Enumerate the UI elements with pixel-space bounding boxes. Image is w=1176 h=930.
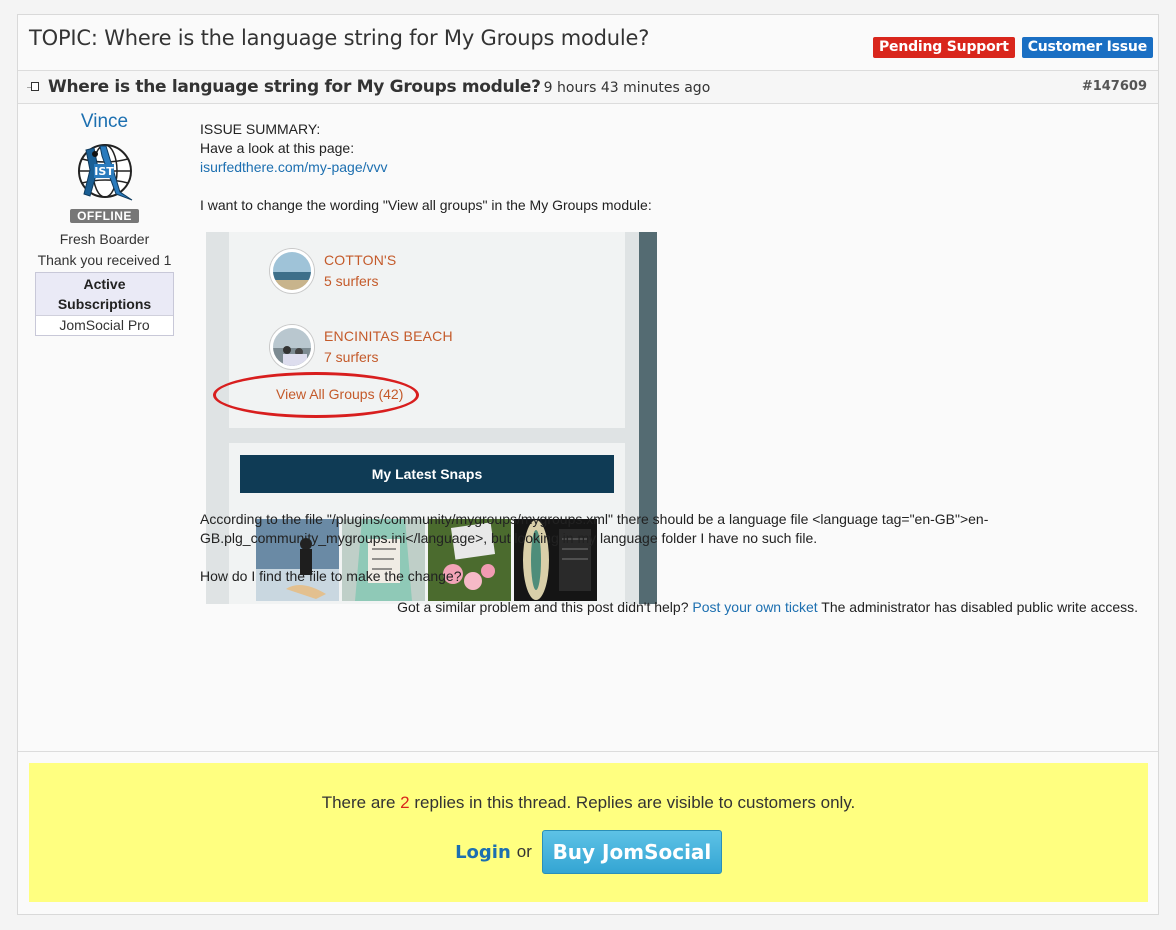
replies-cta-box: There are 2 replies in this thread. Repl… bbox=[29, 763, 1148, 902]
latest-snaps-header: My Latest Snaps bbox=[240, 455, 614, 493]
group-name: ENCINITAS BEACH bbox=[324, 328, 453, 344]
post-own-ticket-link[interactable]: Post your own ticket bbox=[692, 599, 817, 615]
replies-notice: There are 2 replies in this thread. Repl… bbox=[29, 793, 1148, 813]
pending-support-badge: Pending Support bbox=[872, 37, 1015, 58]
author-thanks: Thank you received 1 bbox=[37, 252, 172, 268]
topic-header: TOPIC: Where is the language string for … bbox=[18, 15, 1158, 71]
highlight-circle bbox=[213, 372, 419, 418]
post-time: 9 hours 43 minutes ago bbox=[543, 80, 711, 96]
subscription-item: JomSocial Pro bbox=[36, 315, 173, 335]
login-link[interactable]: Login bbox=[455, 842, 511, 863]
page-link[interactable]: isurfedthere.com/my-page/vvv bbox=[200, 159, 388, 175]
post-header: → Where is the language string for My Gr… bbox=[18, 71, 1158, 104]
subscriptions-header: Active Subscriptions bbox=[36, 273, 173, 315]
similar-prefix: Got a similar problem and this post didn… bbox=[397, 599, 689, 615]
group-count: 7 surfers bbox=[324, 349, 379, 365]
cta-actions: Login or Buy JomSocial bbox=[29, 830, 1148, 874]
post-content-lower: According to the file "/plugins/communit… bbox=[200, 510, 1140, 586]
post-title-text: Where is the language string for My Grou… bbox=[48, 77, 541, 97]
offline-status-badge: OFFLINE bbox=[70, 209, 139, 223]
replies-text-before: There are bbox=[321, 793, 396, 812]
active-subscriptions: Active Subscriptions JomSocial Pro bbox=[35, 272, 174, 336]
avatar[interactable]: IST bbox=[72, 138, 138, 204]
similar-suffix: The administrator has disabled public wr… bbox=[821, 599, 1138, 615]
post-id[interactable]: #147609 bbox=[1082, 79, 1147, 94]
replies-text-after: replies in this thread. Replies are visi… bbox=[414, 793, 856, 812]
similar-problem-note: Got a similar problem and this post didn… bbox=[397, 599, 1138, 615]
group-thumbnail bbox=[270, 249, 314, 293]
post-content: ISSUE SUMMARY: Have a look at this page:… bbox=[200, 120, 1140, 215]
buy-jomsocial-button[interactable]: Buy JomSocial bbox=[541, 830, 722, 874]
post-body: Vince IST OFFLINE Fresh Boarder Thank yo… bbox=[18, 104, 1158, 752]
issue-summary-label: ISSUE SUMMARY: bbox=[200, 121, 321, 137]
post-line-2: I want to change the wording "View all g… bbox=[200, 197, 652, 213]
customer-issue-badge: Customer Issue bbox=[1021, 37, 1153, 58]
post-paragraph-2: How do I find the file to make the chang… bbox=[200, 568, 462, 584]
topic-badges: Pending Support Customer Issue bbox=[872, 37, 1153, 58]
or-text: or bbox=[516, 842, 532, 861]
author-name-link[interactable]: Vince bbox=[35, 111, 174, 133]
author-profile: Vince IST OFFLINE Fresh Boarder Thank yo… bbox=[35, 104, 174, 336]
new-post-icon: → bbox=[25, 82, 39, 92]
group-thumbnail bbox=[270, 325, 314, 369]
group-name: COTTON'S bbox=[324, 252, 397, 268]
group-count: 5 surfers bbox=[324, 273, 379, 289]
post-title: Where is the language string for My Grou… bbox=[48, 77, 710, 97]
replies-count: 2 bbox=[400, 793, 410, 812]
topic-title: TOPIC: Where is the language string for … bbox=[29, 26, 650, 50]
author-rank: Fresh Boarder bbox=[59, 231, 150, 247]
post-paragraph-1: According to the file "/plugins/communit… bbox=[200, 511, 989, 546]
svg-text:IST: IST bbox=[94, 165, 114, 178]
topic-container: TOPIC: Where is the language string for … bbox=[17, 14, 1159, 915]
post-line-1: Have a look at this page: bbox=[200, 140, 355, 156]
